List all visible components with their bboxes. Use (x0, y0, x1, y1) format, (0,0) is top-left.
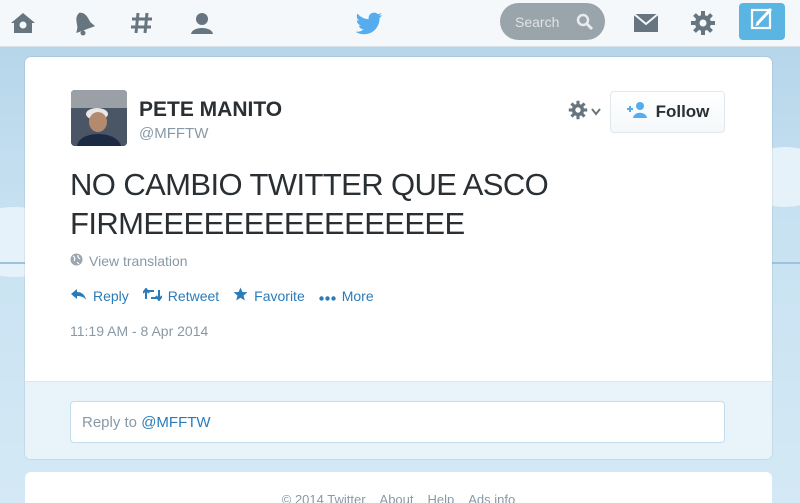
follow-button[interactable]: Follow (610, 91, 725, 133)
view-translation-label: View translation (89, 253, 188, 269)
chevron-down-icon (591, 103, 601, 121)
reply-area: Reply to @MFFTW (25, 381, 772, 459)
more-dots-icon (319, 288, 336, 304)
footer-about-link[interactable]: About (380, 492, 414, 503)
more-action[interactable]: More (319, 288, 374, 304)
compose-icon (750, 7, 774, 36)
favorite-label: Favorite (254, 287, 305, 304)
reply-label: Reply (93, 287, 129, 304)
footer: © 2014 Twitter About Help Ads info (25, 472, 772, 503)
avatar[interactable] (71, 90, 127, 146)
reply-action[interactable]: Reply (70, 288, 129, 304)
footer-ads-info-link[interactable]: Ads info (468, 492, 515, 503)
tweet-timestamp[interactable]: 11:19 AM - 8 Apr 2014 (70, 323, 208, 339)
footer-copyright: © 2014 Twitter (281, 492, 366, 503)
footer-help-link[interactable]: Help (428, 492, 455, 503)
messages-icon[interactable] (631, 8, 661, 38)
search-box (500, 3, 605, 40)
gear-icon (568, 100, 588, 125)
retweet-label: Retweet (167, 287, 220, 304)
retweet-icon (141, 286, 163, 304)
reply-icon (70, 288, 87, 304)
add-user-icon (626, 101, 650, 124)
user-actions-dropdown[interactable] (568, 100, 604, 125)
search-icon[interactable] (575, 12, 595, 32)
settings-icon[interactable] (688, 8, 718, 38)
tweet-actions: Reply Retweet Favorite More (70, 286, 388, 304)
more-label: More (341, 287, 374, 304)
compose-tweet-button[interactable] (739, 3, 785, 40)
notifications-icon[interactable] (68, 8, 98, 38)
reply-prefix: Reply to (82, 413, 142, 431)
user-fullname[interactable]: PETE MANITO (139, 98, 282, 122)
star-icon (233, 287, 248, 304)
discover-icon[interactable] (127, 8, 157, 38)
reply-mention: @MFFTW (141, 413, 211, 431)
top-nav-bar (0, 0, 800, 47)
tweet-text: NO CAMBIO TWITTER QUE ASCO FIRMEEEEEEEEE… (70, 167, 549, 241)
twitter-bird-icon[interactable] (352, 8, 386, 38)
user-handle[interactable]: @MFFTW (139, 125, 208, 142)
view-translation-link[interactable]: View translation (70, 253, 188, 269)
home-icon[interactable] (8, 8, 38, 38)
favorite-action[interactable]: Favorite (233, 287, 305, 304)
me-icon[interactable] (187, 8, 217, 38)
reply-input[interactable]: Reply to @MFFTW (70, 401, 725, 443)
tweet-card: PETE MANITO @MFFTW Follow NO CAMBIO TWIT… (25, 57, 772, 459)
follow-label: Follow (655, 102, 710, 121)
globe-icon (70, 253, 83, 269)
search-input[interactable] (515, 13, 575, 30)
retweet-action[interactable]: Retweet (141, 286, 220, 304)
